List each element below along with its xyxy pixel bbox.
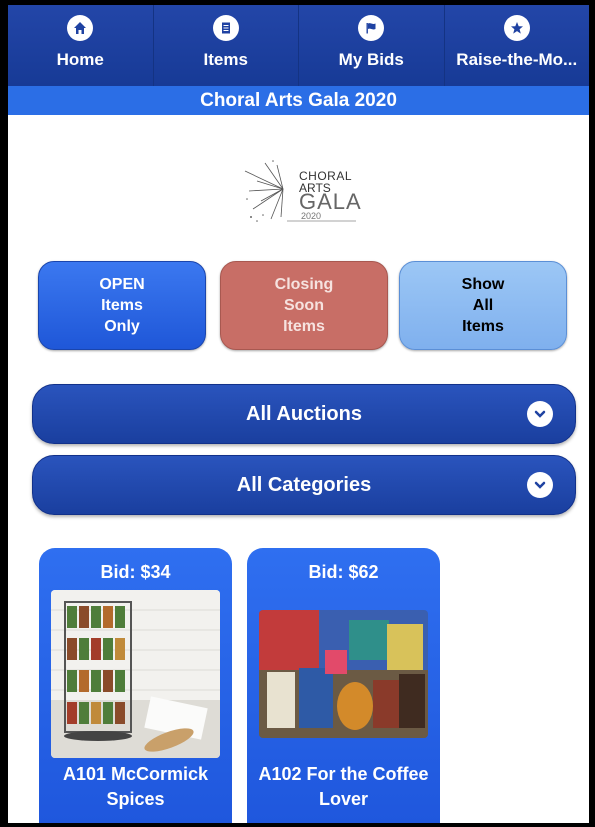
item-card-a102[interactable]: Bid: $62 A102 For the Coffee Lover	[247, 548, 440, 823]
home-icon	[67, 15, 94, 41]
show-all-items-button[interactable]: Show All Items	[399, 261, 567, 350]
chevron-down-icon	[527, 472, 553, 498]
item-image-coffee	[259, 610, 428, 738]
gala-logo: CHORAL ARTS GALA 2020	[243, 159, 361, 227]
app-frame: Home Items My Bids Raise-the-Mo... Chora…	[8, 5, 589, 823]
open-items-only-button[interactable]: OPEN Items Only	[38, 261, 206, 350]
closing-soon-items-button[interactable]: Closing Soon Items	[220, 261, 388, 350]
nav-my-bids[interactable]: My Bids	[299, 5, 445, 86]
item-title: A101 McCormick Spices	[62, 764, 209, 809]
item-bid: Bid: $62	[308, 562, 379, 582]
document-icon	[212, 15, 239, 41]
flag-icon	[358, 15, 385, 41]
star-icon	[503, 15, 530, 41]
item-bid: Bid: $34	[100, 562, 171, 582]
all-categories-dropdown[interactable]: All Categories	[32, 455, 576, 515]
item-image-spices	[51, 590, 220, 758]
item-title: A102 For the Coffee Lover	[258, 764, 429, 809]
top-nav: Home Items My Bids Raise-the-Mo...	[8, 5, 589, 86]
nav-raise-the-money[interactable]: Raise-the-Mo...	[445, 5, 590, 86]
page-title: Choral Arts Gala 2020	[8, 86, 589, 115]
all-auctions-dropdown[interactable]: All Auctions	[32, 384, 576, 444]
nav-raise-the-money-label: Raise-the-Mo...	[456, 50, 578, 69]
nav-items-label: Items	[203, 50, 248, 69]
chevron-down-icon	[527, 401, 553, 427]
nav-home[interactable]: Home	[8, 5, 154, 86]
logo-text-year: 2020	[301, 211, 322, 221]
item-card-a101[interactable]: Bid: $34 A101 McCormick Spices	[39, 548, 232, 823]
nav-my-bids-label: My Bids	[338, 50, 404, 69]
nav-home-label: Home	[56, 50, 104, 69]
nav-items[interactable]: Items	[154, 5, 299, 86]
all-categories-label: All Categories	[236, 474, 372, 496]
all-auctions-label: All Auctions	[246, 403, 362, 425]
